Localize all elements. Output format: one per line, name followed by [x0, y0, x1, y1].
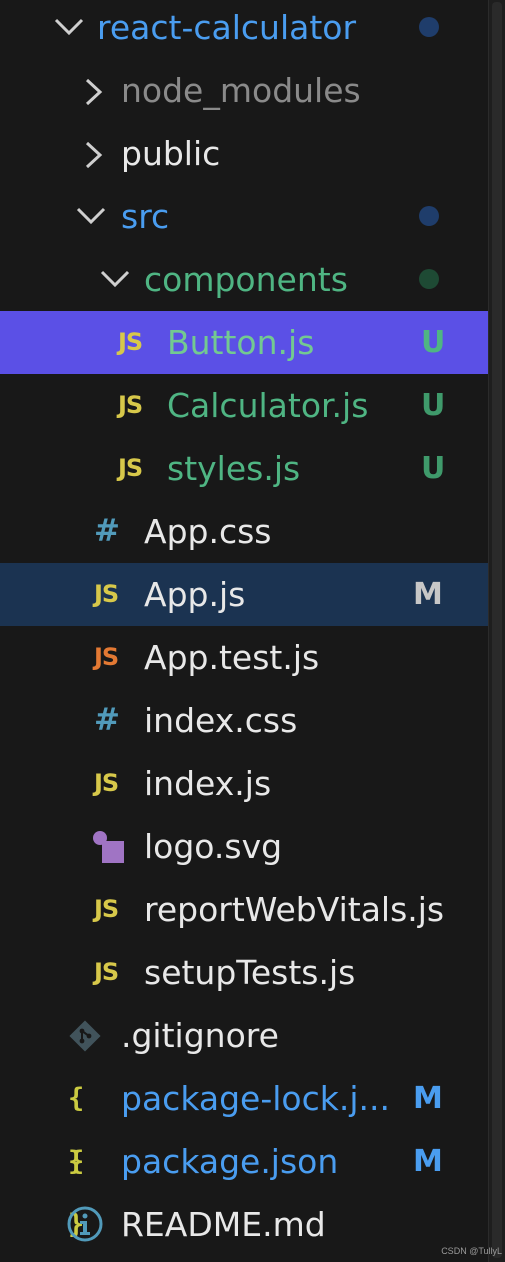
git-status-badge: M [413, 1144, 443, 1179]
file-label: setupTests.js [144, 953, 356, 992]
javascript-file-icon: JS [94, 580, 119, 608]
folder-label: components [144, 260, 348, 299]
folder-label: src [121, 197, 170, 236]
modified-dot-indicator [419, 206, 439, 226]
git-status-badge: M [413, 577, 443, 612]
file-label: package.json [121, 1142, 339, 1181]
javascript-file-icon: JS [118, 454, 143, 482]
chevron-down-icon [94, 248, 130, 311]
file-styles-js[interactable]: JS styles.js U [0, 437, 488, 500]
file-app-test-js[interactable]: JS App.test.js [0, 626, 488, 689]
folder-label: public [121, 134, 221, 173]
vertical-scrollbar[interactable] [488, 0, 505, 1262]
git-file-icon [68, 1004, 108, 1067]
javascript-file-icon: JS [118, 391, 143, 419]
file-label: Button.js [167, 323, 315, 362]
javascript-file-icon: JS [118, 328, 143, 356]
file-package-lock-json[interactable]: { } package-lock.j... M [0, 1067, 488, 1177]
svg-file-icon [92, 815, 132, 878]
file-label: logo.svg [144, 827, 283, 866]
file-logo-svg[interactable]: logo.svg [0, 815, 488, 878]
css-file-icon: # [94, 702, 120, 738]
file-label: README.md [121, 1205, 326, 1244]
folder-label: react-calculator [97, 8, 357, 47]
file-app-css[interactable]: # App.css [0, 500, 488, 563]
chevron-right-icon [76, 59, 110, 122]
file-label: App.css [144, 512, 272, 551]
folder-label: node_modules [121, 71, 361, 110]
file-label: package-lock.j... [121, 1079, 390, 1118]
git-status-badge: U [421, 451, 446, 486]
file-report-web-vitals-js[interactable]: JS reportWebVitals.js [0, 878, 488, 941]
file-gitignore[interactable]: .gitignore [0, 1004, 488, 1067]
file-readme-md[interactable]: README.md [0, 1193, 488, 1256]
file-label: Calculator.js [167, 386, 369, 425]
modified-dot-indicator [419, 17, 439, 37]
git-status-badge: U [421, 325, 446, 360]
file-label: App.test.js [144, 638, 320, 677]
folder-components[interactable]: components [0, 248, 488, 311]
javascript-test-file-icon: JS [94, 643, 119, 671]
file-label: App.js [144, 575, 246, 614]
javascript-file-icon: JS [94, 769, 119, 797]
folder-node-modules[interactable]: node_modules [0, 59, 488, 122]
file-label: reportWebVitals.js [144, 890, 445, 929]
chevron-down-icon [70, 185, 106, 248]
git-status-badge: M [413, 1081, 443, 1116]
chevron-down-icon [48, 0, 84, 59]
file-setup-tests-js[interactable]: JS setupTests.js [0, 941, 488, 1004]
file-label: index.js [144, 764, 272, 803]
file-app-js[interactable]: JS App.js M [0, 563, 488, 626]
javascript-file-icon: JS [94, 958, 119, 986]
javascript-file-icon: JS [94, 895, 119, 923]
chevron-right-icon [76, 122, 110, 185]
file-calculator-js[interactable]: JS Calculator.js U [0, 374, 488, 437]
git-status-badge: U [421, 388, 446, 423]
watermark: CSDN @TullyL [441, 1246, 502, 1256]
css-file-icon: # [94, 513, 120, 549]
file-button-js[interactable]: JS Button.js U [0, 311, 488, 374]
file-package-json[interactable]: { } package.json M [0, 1130, 488, 1240]
file-label: .gitignore [121, 1016, 279, 1055]
json-file-icon: { } [68, 1146, 87, 1240]
folder-react-calculator[interactable]: react-calculator [0, 0, 488, 59]
untracked-dot-indicator [419, 269, 439, 289]
file-index-js[interactable]: JS index.js [0, 752, 488, 815]
folder-public[interactable]: public [0, 122, 488, 185]
scrollbar-thumb[interactable] [492, 2, 502, 1258]
file-explorer: react-calculator node_modules public src… [0, 0, 488, 1262]
file-index-css[interactable]: # index.css [0, 689, 488, 752]
file-label: index.css [144, 701, 298, 740]
folder-src[interactable]: src [0, 185, 488, 248]
json-file-icon: { } [68, 1083, 87, 1177]
info-icon [66, 1193, 106, 1256]
file-label: styles.js [167, 449, 301, 488]
